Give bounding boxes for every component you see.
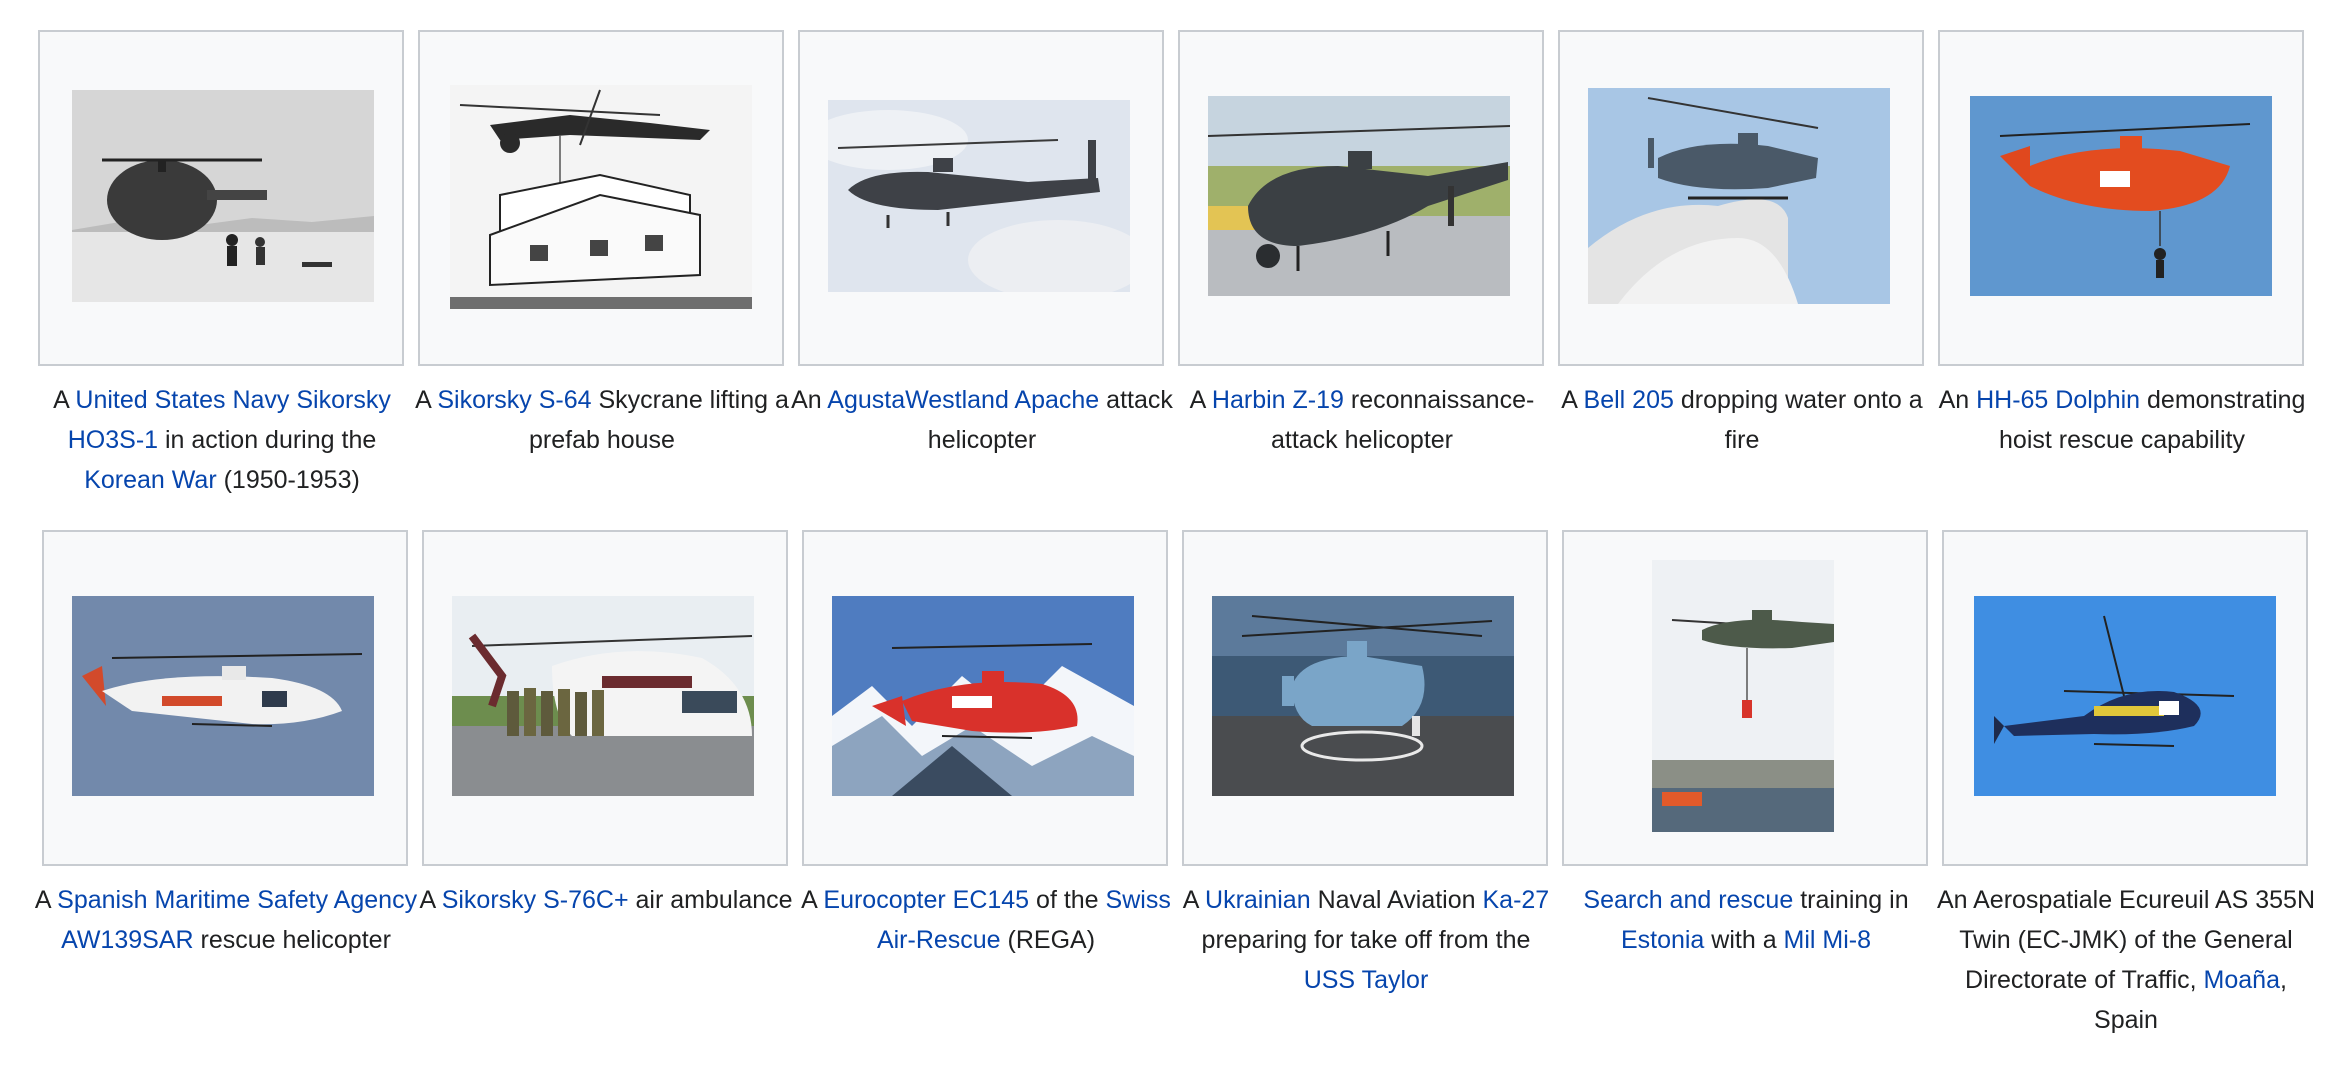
hh65-dolphin-photo[interactable] bbox=[1970, 96, 2272, 296]
gallery-caption: A Eurocopter EC145 of the Swiss Air-Resc… bbox=[794, 880, 1178, 960]
caption-text: rescue helicopter bbox=[193, 926, 391, 954]
gallery-caption: A Spanish Maritime Safety Agency AW139SA… bbox=[34, 880, 418, 960]
caption-text: A bbox=[34, 886, 58, 914]
caption-link[interactable]: AgustaWestland Apache bbox=[827, 386, 1099, 414]
mi8-rescue-training-photo[interactable] bbox=[1652, 560, 1834, 832]
apache-helicopter-photo[interactable] bbox=[828, 100, 1130, 292]
caption-text: in action during the bbox=[158, 426, 377, 454]
gallery-caption: A Sikorsky S-64 Skycrane lifting a prefa… bbox=[410, 380, 794, 460]
caption-link[interactable]: Search and rescue bbox=[1583, 886, 1793, 914]
gallery-caption: Search and rescue training in Estonia wi… bbox=[1554, 880, 1938, 960]
caption-link[interactable]: Ka-27 bbox=[1483, 886, 1550, 914]
gallery-caption: A Harbin Z-19 reconnaissance-attack heli… bbox=[1170, 380, 1554, 460]
gallery-caption: An HH-65 Dolphin demonstrating hoist res… bbox=[1930, 380, 2314, 460]
caption-text: An bbox=[791, 386, 828, 414]
skycrane-lifting-house-photo[interactable] bbox=[450, 85, 752, 309]
bell205-dropping-water-photo[interactable] bbox=[1588, 88, 1890, 304]
gallery-caption: A Sikorsky S-76C+ air ambulance bbox=[414, 880, 798, 920]
caption-text: dropping water onto a fire bbox=[1673, 386, 1923, 454]
caption-text: A bbox=[419, 886, 442, 914]
caption-link[interactable]: Eurocopter EC145 bbox=[823, 886, 1029, 914]
caption-text: training in bbox=[1793, 886, 1909, 914]
caption-text: A bbox=[53, 386, 76, 414]
caption-link[interactable]: USS Taylor bbox=[1304, 966, 1429, 994]
caption-text: of the bbox=[1029, 886, 1106, 914]
gallery-caption: A Ukrainian Naval Aviation Ka-27 prepari… bbox=[1174, 880, 1558, 1000]
gallery-caption: A Bell 205 dropping water onto a fire bbox=[1550, 380, 1934, 460]
caption-text: Naval Aviation bbox=[1310, 886, 1483, 914]
aw139sar-helicopter-photo[interactable] bbox=[72, 596, 374, 796]
caption-link[interactable]: Sikorsky S-76C+ bbox=[442, 886, 629, 914]
caption-link[interactable]: Bell 205 bbox=[1584, 386, 1674, 414]
caption-text: A bbox=[1561, 386, 1584, 414]
gallery-caption: An Aerospatiale Ecureuil AS 355N Twin (E… bbox=[1934, 880, 2318, 1040]
gallery-caption: An AgustaWestland Apache attack helicopt… bbox=[790, 380, 1174, 460]
caption-link[interactable]: Estonia bbox=[1621, 926, 1704, 954]
caption-link[interactable]: HH-65 Dolphin bbox=[1976, 386, 2140, 414]
caption-link[interactable]: Sikorsky S-64 bbox=[437, 386, 591, 414]
gallery-caption: A United States Navy Sikorsky HO3S-1 in … bbox=[30, 380, 414, 500]
caption-text: (1950-1953) bbox=[216, 466, 360, 494]
caption-link[interactable]: Mil Mi-8 bbox=[1784, 926, 1872, 954]
z19-helicopter-photo[interactable] bbox=[1208, 96, 1510, 296]
caption-text: (REGA) bbox=[1000, 926, 1096, 954]
caption-link[interactable]: Ukrainian bbox=[1205, 886, 1311, 914]
caption-text: preparing for take off from the bbox=[1201, 926, 1531, 954]
s76c-air-ambulance-photo[interactable] bbox=[452, 596, 754, 796]
caption-text: A bbox=[415, 386, 438, 414]
caption-text: air ambulance bbox=[628, 886, 793, 914]
ec145-swiss-rescue-photo[interactable] bbox=[832, 596, 1134, 796]
caption-text: An bbox=[1938, 386, 1977, 414]
caption-text: A bbox=[1189, 386, 1212, 414]
caption-link[interactable]: Korean War bbox=[84, 466, 216, 494]
caption-link[interactable]: Harbin Z-19 bbox=[1212, 386, 1344, 414]
helicopter-photo-grayscale[interactable] bbox=[72, 90, 374, 302]
caption-link[interactable]: Moaña bbox=[2204, 966, 2280, 994]
ecureuil-as355n-photo[interactable] bbox=[1974, 596, 2276, 796]
caption-text: A bbox=[801, 886, 824, 914]
caption-text: A bbox=[1182, 886, 1206, 914]
caption-text: with a bbox=[1704, 926, 1784, 954]
ka27-ship-deck-photo[interactable] bbox=[1212, 596, 1514, 796]
